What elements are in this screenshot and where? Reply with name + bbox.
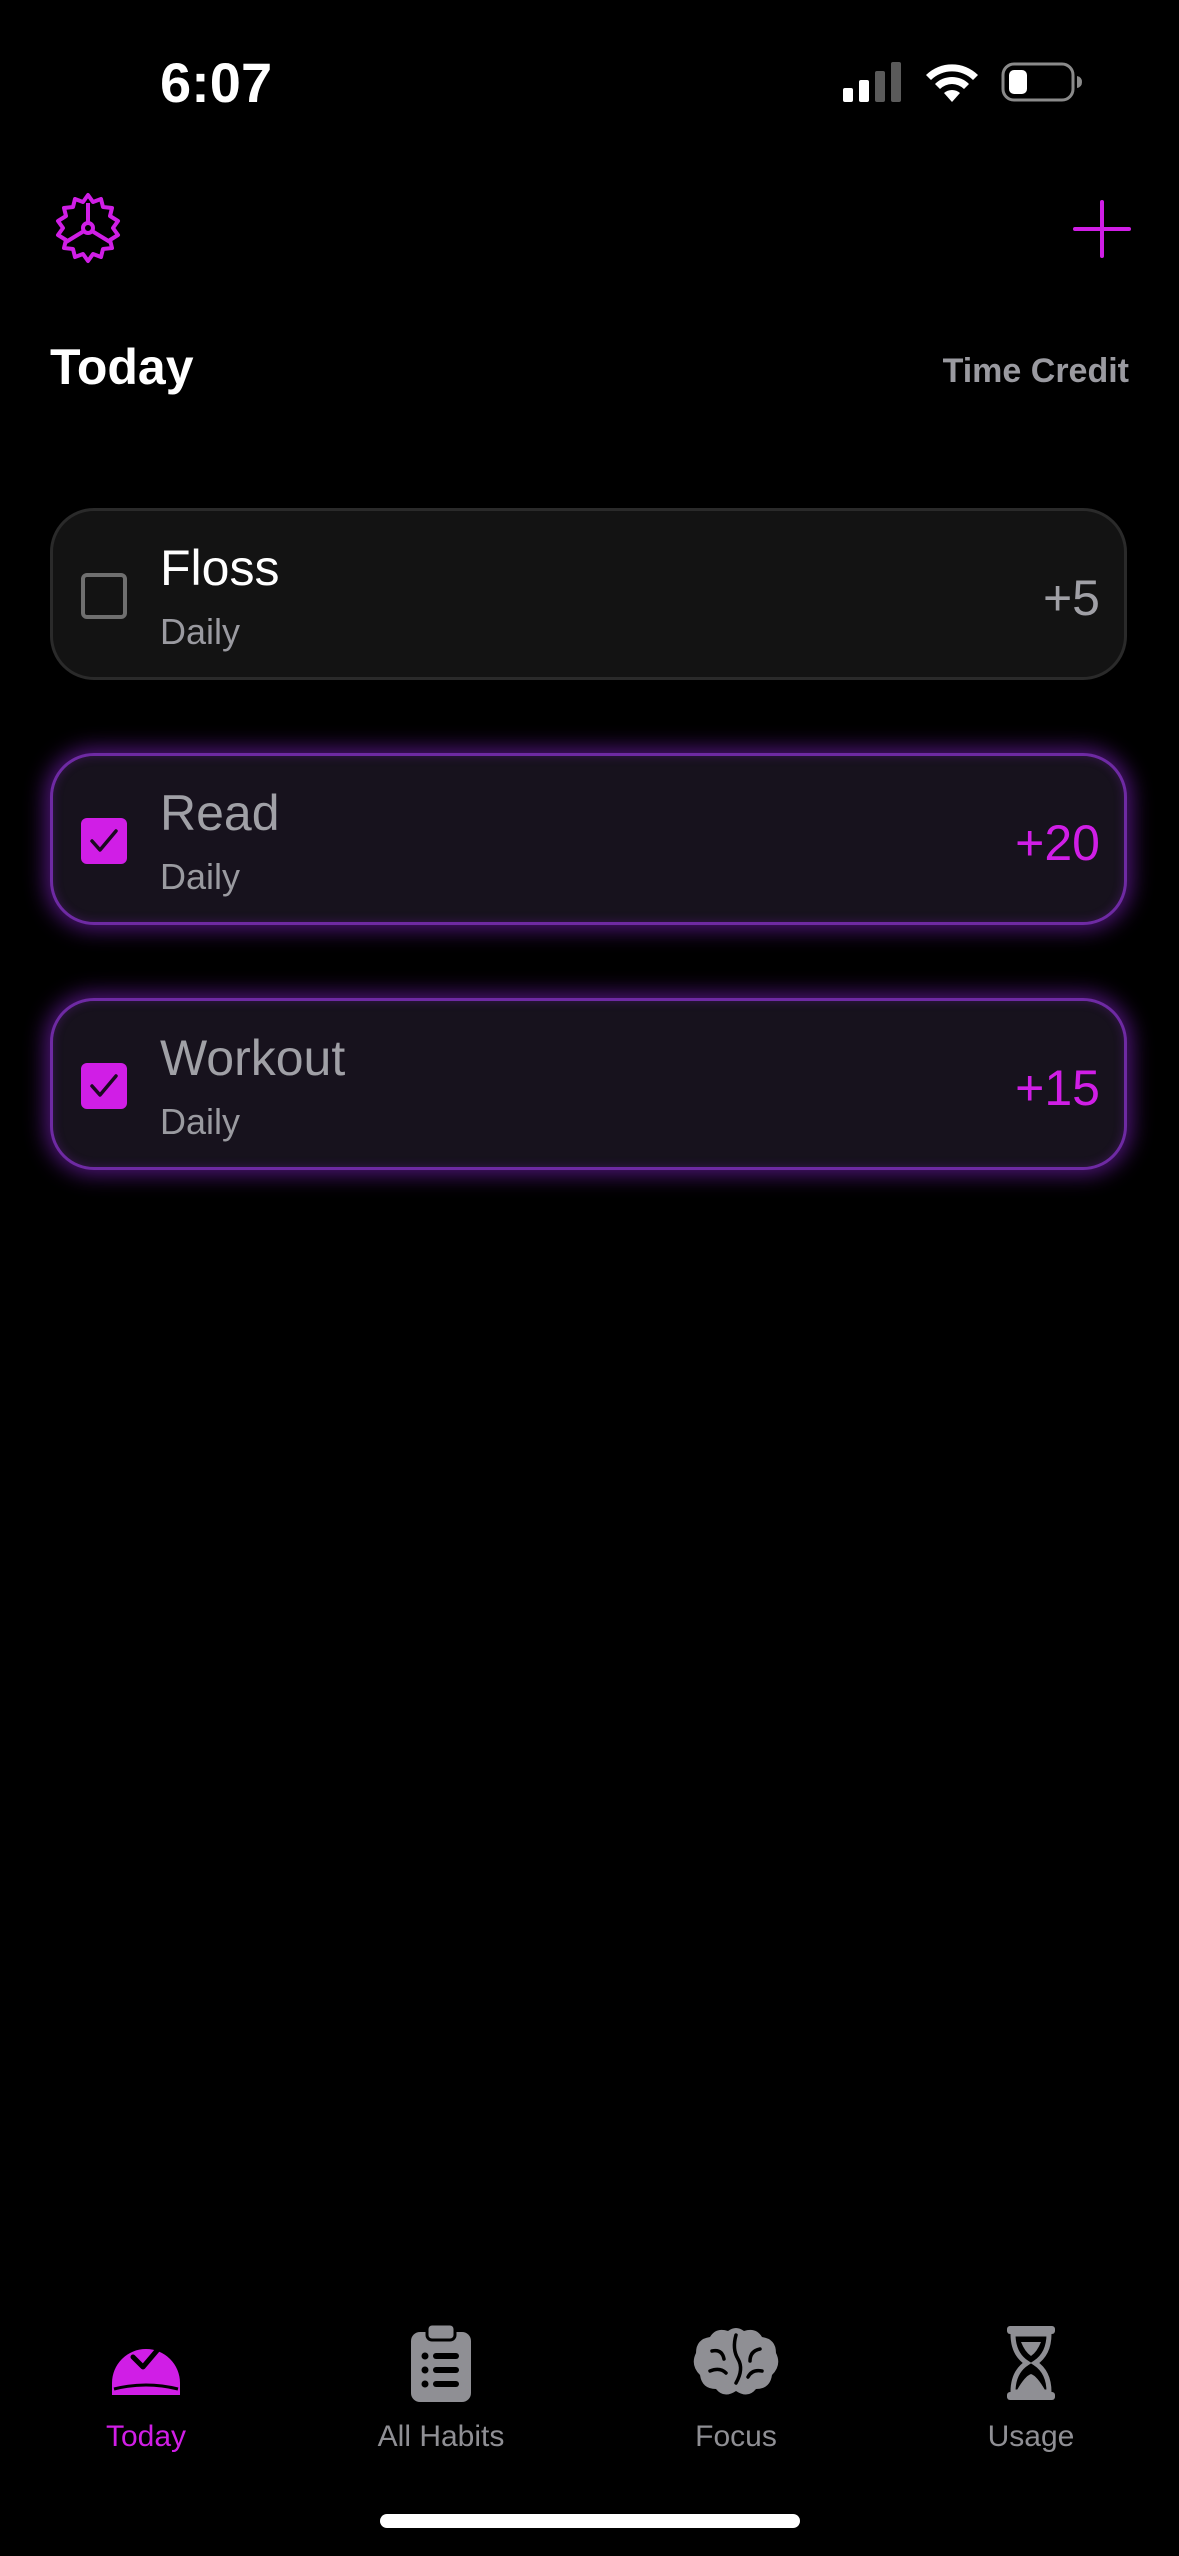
habit-points: +20 bbox=[1015, 815, 1100, 871]
habit-frequency: Daily bbox=[160, 856, 241, 897]
status-time: 6:07 bbox=[160, 51, 273, 114]
today-check-icon bbox=[112, 2344, 180, 2395]
habit-checkbox[interactable] bbox=[81, 573, 127, 619]
habit-name: Workout bbox=[160, 1030, 346, 1086]
habit-checkbox[interactable] bbox=[81, 1063, 127, 1109]
habit-points: +15 bbox=[1015, 1060, 1100, 1116]
habit-card-floss[interactable]: Floss Daily +5 bbox=[50, 508, 1127, 680]
status-icons bbox=[843, 62, 1083, 102]
page-title: Today bbox=[50, 339, 194, 395]
tab-label: Usage bbox=[987, 2420, 1075, 2453]
tab-label: All Habits bbox=[377, 2420, 505, 2453]
habit-card-read[interactable]: Read Daily +20 bbox=[50, 753, 1127, 925]
checkmark-icon bbox=[90, 1074, 118, 1097]
tab-label: Today bbox=[105, 2420, 187, 2453]
checkmark-icon bbox=[90, 829, 118, 852]
time-credit-button[interactable]: Time Credit bbox=[943, 352, 1129, 391]
tab-today[interactable]: Today bbox=[36, 2318, 256, 2454]
tab-focus[interactable]: Focus bbox=[626, 2318, 846, 2454]
home-indicator[interactable] bbox=[380, 2514, 800, 2528]
habit-points: +5 bbox=[1042, 570, 1100, 626]
brain-icon bbox=[693, 2328, 779, 2395]
tab-usage[interactable]: Usage bbox=[921, 2318, 1141, 2454]
battery-icon bbox=[1001, 62, 1082, 102]
habit-name: Read bbox=[160, 785, 280, 841]
habit-frequency: Daily bbox=[160, 611, 241, 652]
add-habit-button[interactable] bbox=[1071, 198, 1133, 260]
cellular-signal-icon bbox=[843, 62, 901, 102]
habit-name: Floss bbox=[160, 540, 280, 596]
settings-button[interactable] bbox=[50, 190, 126, 266]
habit-card-workout[interactable]: Workout Daily +15 bbox=[50, 998, 1127, 1170]
clipboard-list-icon bbox=[411, 2322, 471, 2402]
gear-icon bbox=[56, 193, 120, 263]
wifi-icon bbox=[926, 64, 978, 102]
habit-frequency: Daily bbox=[160, 1101, 241, 1142]
hourglass-icon bbox=[1007, 2326, 1055, 2400]
habit-checkbox[interactable] bbox=[81, 818, 127, 864]
plus-icon bbox=[1073, 200, 1131, 258]
tab-label: Focus bbox=[695, 2420, 777, 2453]
tab-all-habits[interactable]: All Habits bbox=[331, 2318, 551, 2454]
